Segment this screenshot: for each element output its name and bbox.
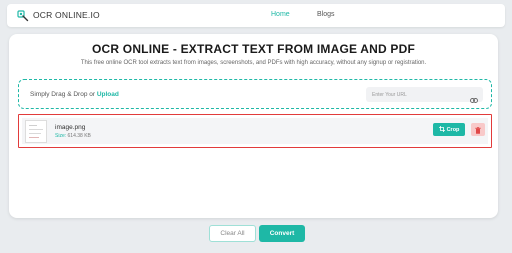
- dropzone-prefix: Simply Drag & Drop or: [30, 91, 97, 98]
- ocr-logo-icon: [17, 9, 29, 22]
- dropzone-text: Simply Drag & Drop or Upload: [30, 91, 119, 98]
- clear-all-button[interactable]: Clear All: [209, 225, 256, 242]
- page-title: OCR ONLINE - EXTRACT TEXT FROM IMAGE AND…: [91, 42, 415, 56]
- page-subtitle: This free online OCR tool extracts text …: [80, 60, 427, 66]
- uploaded-file-row: image.png Size: 614.38 KB Crop: [18, 114, 492, 148]
- nav-blogs-link[interactable]: Blogs: [317, 11, 335, 18]
- url-input[interactable]: [372, 90, 462, 99]
- delete-file-button[interactable]: [471, 123, 485, 136]
- link-icon[interactable]: [470, 91, 478, 103]
- convert-button[interactable]: Convert: [259, 225, 305, 242]
- file-size-label: Size:: [55, 133, 67, 139]
- upload-link[interactable]: Upload: [97, 91, 119, 98]
- site-header: OCR ONLINE.IO Home Blogs: [7, 4, 505, 27]
- file-name: image.png: [55, 124, 86, 131]
- file-thumbnail: [25, 120, 47, 143]
- nav-home-link[interactable]: Home: [271, 11, 290, 18]
- file-dropzone[interactable]: Simply Drag & Drop or Upload: [18, 79, 492, 109]
- crop-icon: [438, 125, 445, 134]
- file-item: image.png Size: 614.38 KB Crop: [22, 118, 488, 144]
- url-field-container: [366, 87, 483, 103]
- main-card: OCR ONLINE - EXTRACT TEXT FROM IMAGE AND…: [9, 34, 498, 218]
- crop-label: Crop: [446, 126, 460, 133]
- file-size: Size: 614.38 KB: [55, 133, 91, 139]
- crop-button[interactable]: Crop: [433, 123, 465, 136]
- trash-icon: [475, 122, 481, 137]
- site-logo[interactable]: OCR ONLINE.IO: [17, 9, 100, 22]
- logo-text: OCR ONLINE.IO: [33, 10, 100, 20]
- file-size-value: 614.38 KB: [67, 133, 91, 139]
